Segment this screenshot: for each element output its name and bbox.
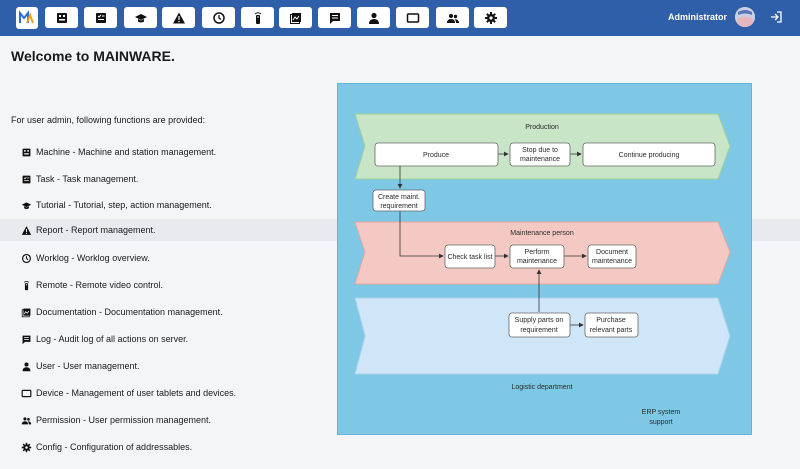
process-diagram: Production Maintenance person Logistic d… xyxy=(337,83,752,435)
log-icon xyxy=(329,12,340,24)
task-icon xyxy=(95,12,106,23)
nav-machine-button[interactable] xyxy=(45,7,78,28)
log-icon xyxy=(21,334,32,345)
top-bar: Administrator xyxy=(0,0,800,36)
svg-text:requirement: requirement xyxy=(520,327,557,334)
report-icon xyxy=(21,225,32,236)
logout-icon[interactable] xyxy=(769,10,783,24)
svg-text:Document: Document xyxy=(596,249,628,256)
nav-worklog-button[interactable] xyxy=(202,7,235,28)
svg-text:maintenance: maintenance xyxy=(517,258,557,265)
nav-task-button[interactable] xyxy=(84,7,117,28)
function-item-remote[interactable]: Remote - Remote video control. xyxy=(10,274,335,296)
nav-permission-button[interactable] xyxy=(436,7,469,28)
user-icon xyxy=(368,12,379,24)
node-produce-label: Produce xyxy=(423,152,449,159)
function-item-tutorial[interactable]: Tutorial - Tutorial, step, action manage… xyxy=(10,194,335,216)
nav-config-button[interactable] xyxy=(474,7,507,28)
function-label: User - User management. xyxy=(36,361,140,371)
function-item-config[interactable]: Config - Configuration of addressables. xyxy=(10,436,335,458)
task-icon xyxy=(21,174,32,185)
svg-text:Supply parts on: Supply parts on xyxy=(515,317,564,324)
function-label: Log - Audit log of all actions on server… xyxy=(36,334,189,344)
remote-icon xyxy=(21,280,32,291)
svg-text:Purchase: Purchase xyxy=(596,317,626,324)
function-label: Worklog - Worklog overview. xyxy=(36,253,150,263)
mainware-logo[interactable] xyxy=(16,7,38,29)
remote-icon xyxy=(254,11,261,24)
function-label: Device - Management of user tablets and … xyxy=(36,388,237,398)
svg-text:requirement: requirement xyxy=(380,203,417,210)
worklog-icon xyxy=(212,11,225,24)
function-item-user[interactable]: User - User management. xyxy=(10,355,335,377)
nav-documentation-button[interactable] xyxy=(279,7,312,28)
device-icon xyxy=(21,388,32,399)
erp-label-line2: support xyxy=(649,419,672,426)
svg-text:Create maint.: Create maint. xyxy=(378,194,420,201)
config-icon xyxy=(21,442,32,453)
function-label: Task - Task management. xyxy=(36,174,139,184)
svg-text:Perform: Perform xyxy=(525,249,550,256)
tutorial-icon xyxy=(134,13,147,22)
nav-tutorial-button[interactable] xyxy=(124,7,157,28)
function-label: Remote - Remote video control. xyxy=(36,280,164,290)
svg-text:maintenance: maintenance xyxy=(520,156,560,163)
page-title: Welcome to MAINWARE. xyxy=(11,48,175,64)
svg-text:maintenance: maintenance xyxy=(592,258,632,265)
user-name[interactable]: Administrator xyxy=(668,12,727,22)
function-item-device[interactable]: Device - Management of user tablets and … xyxy=(10,382,335,404)
machine-icon xyxy=(56,12,67,23)
svg-text:Check task list: Check task list xyxy=(447,254,492,261)
intro-text: For user admin, following functions are … xyxy=(11,115,206,125)
report-icon xyxy=(172,12,185,23)
function-item-task[interactable]: Task - Task management. xyxy=(10,168,335,190)
function-label: Machine - Machine and station management… xyxy=(36,147,217,157)
function-label: Documentation - Documentation management… xyxy=(36,307,223,317)
function-item-permission[interactable]: Permission - User permission management. xyxy=(10,409,335,431)
nav-user-button[interactable] xyxy=(357,7,390,28)
function-item-log[interactable]: Log - Audit log of all actions on server… xyxy=(10,328,335,350)
nav-device-button[interactable] xyxy=(396,7,429,28)
avatar[interactable] xyxy=(735,7,755,27)
function-item-documentation[interactable]: Documentation - Documentation management… xyxy=(10,301,335,323)
nav-log-button[interactable] xyxy=(318,7,351,28)
device-icon xyxy=(406,12,419,23)
documentation-icon xyxy=(289,12,301,24)
erp-label-line1: ERP system xyxy=(642,409,681,416)
config-icon xyxy=(484,11,497,24)
production-lane-title: Production xyxy=(525,124,559,131)
machine-icon xyxy=(21,147,32,158)
permission-icon xyxy=(446,13,459,23)
user-icon xyxy=(21,361,32,372)
logistic-lane-title: Logistic department xyxy=(511,384,572,391)
permission-icon xyxy=(21,415,32,426)
svg-text:relevant parts: relevant parts xyxy=(590,327,633,334)
svg-text:Stop due to: Stop due to xyxy=(522,147,558,154)
function-label: Report - Report management. xyxy=(36,225,156,235)
worklog-icon xyxy=(21,253,32,264)
function-label: Permission - User permission management. xyxy=(36,415,212,425)
svg-text:Continue producing: Continue producing xyxy=(619,152,680,159)
tutorial-icon xyxy=(21,200,32,211)
maintenance-lane-title: Maintenance person xyxy=(510,230,574,237)
documentation-icon xyxy=(21,307,32,318)
function-label: Config - Configuration of addressables. xyxy=(36,442,193,452)
nav-remote-button[interactable] xyxy=(241,7,274,28)
function-item-worklog[interactable]: Worklog - Worklog overview. xyxy=(10,247,335,269)
nav-report-button[interactable] xyxy=(162,7,195,28)
function-item-machine[interactable]: Machine - Machine and station management… xyxy=(10,141,335,163)
function-label: Tutorial - Tutorial, step, action manage… xyxy=(36,200,212,210)
